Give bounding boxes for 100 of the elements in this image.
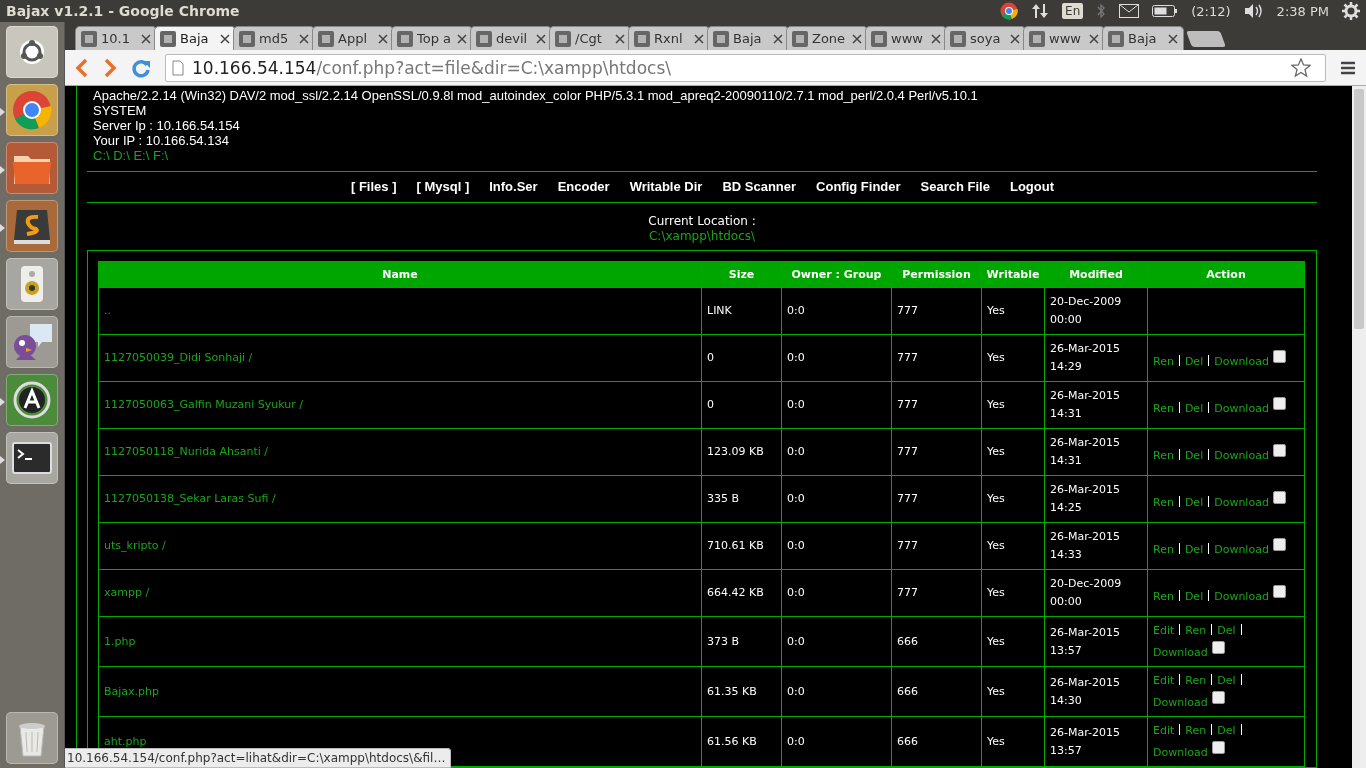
bookmark-star-icon[interactable] xyxy=(1291,57,1311,78)
select-checkbox[interactable] xyxy=(1211,691,1225,704)
launcher-terminal-button[interactable] xyxy=(6,432,58,484)
action-link[interactable]: Download xyxy=(1153,696,1208,709)
action-link[interactable]: Download xyxy=(1214,354,1269,368)
browser-tab[interactable]: Baja xyxy=(154,26,236,50)
file-link[interactable]: Bajax.php xyxy=(98,666,702,717)
location-path[interactable]: C:\xampp\htdocs\ xyxy=(87,229,1317,244)
close-icon[interactable] xyxy=(1168,33,1178,44)
file-link[interactable]: .. xyxy=(98,287,702,335)
browser-tab[interactable]: soya xyxy=(944,26,1026,50)
mail-icon[interactable] xyxy=(1119,4,1140,18)
forward-icon[interactable] xyxy=(103,57,117,78)
select-checkbox[interactable] xyxy=(1272,396,1286,410)
file-link[interactable]: 1127050039_Didi Sonhaji / xyxy=(98,334,702,382)
browser-tab[interactable]: Zone xyxy=(786,26,868,50)
clock[interactable]: 2:38 PM xyxy=(1276,3,1329,19)
settings-icon[interactable] xyxy=(1342,2,1360,20)
close-icon[interactable] xyxy=(694,33,704,44)
nav-link[interactable]: BD Scanner xyxy=(722,179,797,194)
action-link[interactable]: Download xyxy=(1153,646,1208,659)
action-link[interactable]: Ren xyxy=(1153,448,1174,462)
nav-link[interactable]: Logout xyxy=(1009,179,1054,194)
action-link[interactable]: Del xyxy=(1184,495,1204,509)
action-link[interactable]: Del xyxy=(1184,401,1204,415)
nav-link[interactable]: Writable Dir xyxy=(629,179,703,194)
action-link[interactable]: Download xyxy=(1214,495,1269,509)
close-icon[interactable] xyxy=(220,33,230,44)
close-icon[interactable] xyxy=(773,33,783,44)
keyboard-indicator[interactable]: En xyxy=(1062,3,1084,19)
launcher-folder-button[interactable] xyxy=(6,142,58,194)
browser-tab[interactable]: 10.1 xyxy=(75,26,157,50)
action-link[interactable]: Edit xyxy=(1153,624,1175,637)
launcher-update-button[interactable] xyxy=(6,374,58,426)
file-link[interactable]: 1.php xyxy=(98,616,702,667)
launcher-chrome-button[interactable] xyxy=(6,84,58,136)
browser-tab[interactable]: Appl xyxy=(312,26,394,50)
battery-icon[interactable] xyxy=(1152,4,1179,18)
launcher-ubuntu-button[interactable] xyxy=(6,26,58,78)
back-icon[interactable] xyxy=(75,57,89,78)
action-link[interactable]: Del xyxy=(1217,674,1236,687)
action-link[interactable]: Edit xyxy=(1153,724,1175,737)
browser-tab[interactable]: /Cgt xyxy=(549,26,631,50)
browser-tab[interactable]: devil xyxy=(470,26,552,50)
action-link[interactable]: Del xyxy=(1217,724,1236,737)
file-link[interactable]: xampp / xyxy=(98,569,702,617)
action-link[interactable]: Ren xyxy=(1153,401,1174,415)
close-icon[interactable] xyxy=(378,33,388,44)
select-checkbox[interactable] xyxy=(1272,443,1286,457)
select-checkbox[interactable] xyxy=(1211,641,1225,654)
select-checkbox[interactable] xyxy=(1272,584,1286,598)
file-link[interactable]: 1127050138_Sekar Laras Sufi / xyxy=(98,475,702,523)
action-link[interactable]: Del xyxy=(1217,624,1236,637)
action-link[interactable]: Download xyxy=(1214,542,1269,556)
close-icon[interactable] xyxy=(457,33,467,44)
action-link[interactable]: Download xyxy=(1214,589,1269,603)
action-link[interactable]: Edit xyxy=(1153,674,1175,687)
action-link[interactable]: Download xyxy=(1214,401,1269,415)
launcher-chat-button[interactable] xyxy=(6,316,58,368)
scrollbar[interactable] xyxy=(1352,86,1366,768)
action-link[interactable]: Ren xyxy=(1153,354,1174,368)
close-icon[interactable] xyxy=(1010,33,1020,44)
select-checkbox[interactable] xyxy=(1272,537,1286,551)
select-checkbox[interactable] xyxy=(1272,349,1286,363)
select-checkbox[interactable] xyxy=(1272,490,1286,504)
browser-tab[interactable]: www xyxy=(1023,26,1105,50)
close-icon[interactable] xyxy=(141,33,151,44)
close-icon[interactable] xyxy=(931,33,941,44)
close-icon[interactable] xyxy=(852,33,862,44)
browser-tab[interactable]: Rxnl xyxy=(628,26,710,50)
file-link[interactable]: 1127050063_Galfin Muzani Syukur / xyxy=(98,381,702,429)
address-bar[interactable]: 10.166.54.154/conf.php?act=file&dir=C:\xampp\htdocs\ xyxy=(165,53,1326,82)
browser-tab[interactable]: Top a xyxy=(391,26,473,50)
action-link[interactable]: Ren xyxy=(1185,624,1207,637)
nav-link[interactable]: Encoder xyxy=(557,179,610,194)
browser-tab[interactable]: Baja xyxy=(707,26,789,50)
action-link[interactable]: Ren xyxy=(1153,589,1174,603)
drive-links[interactable]: C:\ D:\ E:\ F:\ xyxy=(93,148,1311,163)
reload-icon[interactable] xyxy=(131,57,151,78)
close-icon[interactable] xyxy=(536,33,546,44)
file-link[interactable]: uts_kripto / xyxy=(98,522,702,570)
new-tab-button[interactable] xyxy=(1186,31,1226,47)
action-link[interactable]: Del xyxy=(1184,589,1204,603)
action-link[interactable]: Del xyxy=(1184,448,1204,462)
action-link[interactable]: Download xyxy=(1214,448,1269,462)
browser-tab[interactable]: www xyxy=(865,26,947,50)
action-link[interactable]: Ren xyxy=(1185,674,1207,687)
action-link[interactable]: Del xyxy=(1184,354,1204,368)
action-link[interactable]: Del xyxy=(1184,542,1204,556)
browser-tab[interactable]: Baja xyxy=(1102,26,1184,50)
file-link[interactable]: 1127050118_Nurida Ahsanti / xyxy=(98,428,702,476)
volume-icon[interactable] xyxy=(1243,3,1264,19)
nav-link[interactable]: [ Files ] xyxy=(351,179,397,194)
action-link[interactable]: Download xyxy=(1153,746,1208,759)
close-icon[interactable] xyxy=(1089,33,1099,44)
menu-icon[interactable] xyxy=(1340,59,1356,76)
nav-link[interactable]: Config Finder xyxy=(816,179,901,194)
action-link[interactable]: Ren xyxy=(1185,724,1207,737)
bluetooth-icon[interactable] xyxy=(1096,3,1107,19)
launcher-editor-button[interactable] xyxy=(6,200,58,252)
